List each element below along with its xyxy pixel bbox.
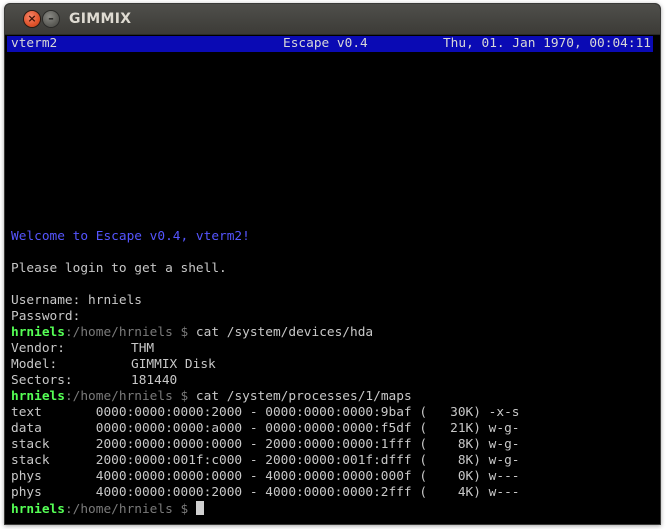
close-icon: × bbox=[27, 12, 37, 25]
memory-map-row: phys 4000:0000:0000:0000 - 4000:0000:000… bbox=[11, 469, 520, 484]
prompt-path: :/home/hrniels $ bbox=[64, 325, 189, 340]
memory-map-row: stack 2000:0000:001f:c000 - 2000:0000:00… bbox=[11, 453, 520, 468]
status-bar: vterm2 Escape v0.4 Thu, 01. Jan 1970, 00… bbox=[7, 36, 653, 52]
memory-map-row: stack 2000:0000:0000:0000 - 2000:0000:00… bbox=[11, 437, 520, 452]
status-datetime: Thu, 01. Jan 1970, 00:04:11 bbox=[442, 36, 651, 51]
command-line: hrniels:/home/hrniels $ cat /system/proc… bbox=[11, 389, 651, 405]
device-info-key: Model: bbox=[11, 357, 58, 372]
close-button[interactable]: × bbox=[24, 11, 40, 27]
active-prompt-line[interactable]: hrniels:/home/hrniels $ bbox=[11, 501, 651, 517]
command-line: hrniels:/home/hrniels $ cat /system/devi… bbox=[11, 325, 651, 341]
welcome-line: Welcome to Escape v0.4, vterm2! bbox=[11, 229, 250, 244]
prompt-path: :/home/hrniels $ bbox=[64, 502, 189, 517]
device-info-value: GIMMIX Disk bbox=[131, 357, 216, 372]
device-info-value: THM bbox=[131, 341, 155, 356]
password-line: Password: bbox=[11, 309, 81, 324]
prompt-user: hrniels bbox=[11, 502, 65, 517]
device-info-row: Vendor: THM bbox=[11, 341, 651, 357]
username-line: Username: hrniels bbox=[11, 293, 142, 308]
minimize-icon: – bbox=[48, 12, 54, 25]
device-info-key: Vendor: bbox=[11, 341, 65, 356]
window-title: GIMMIX bbox=[69, 11, 132, 27]
command-text: cat /system/devices/hda bbox=[188, 325, 374, 340]
prompt-user: hrniels bbox=[11, 389, 65, 404]
device-info-row: Model: GIMMIX Disk bbox=[11, 357, 651, 373]
prompt-path: :/home/hrniels $ bbox=[64, 389, 189, 404]
terminal-output: Welcome to Escape v0.4, vterm2! Please l… bbox=[11, 229, 651, 517]
login-prompt-line: Please login to get a shell. bbox=[11, 261, 227, 276]
memory-map-row: data 0000:0000:0000:a000 - 0000:0000:000… bbox=[11, 421, 520, 436]
status-vterm: vterm2 bbox=[11, 36, 58, 51]
memory-map-row: text 0000:0000:0000:2000 - 0000:0000:000… bbox=[11, 405, 520, 420]
terminal-window: × – GIMMIX vterm2 Escape v0.4 Thu, 01. J… bbox=[4, 3, 661, 525]
status-version: Escape v0.4 bbox=[283, 36, 368, 51]
text-cursor bbox=[195, 501, 204, 515]
device-info-row: Sectors: 181440 bbox=[11, 373, 651, 389]
title-bar[interactable]: × – GIMMIX bbox=[5, 4, 660, 35]
terminal-screen[interactable]: vterm2 Escape v0.4 Thu, 01. Jan 1970, 00… bbox=[7, 35, 657, 524]
prompt-user: hrniels bbox=[11, 325, 65, 340]
device-info-key: Sectors: bbox=[11, 373, 73, 388]
device-info-value: 181440 bbox=[131, 373, 178, 388]
command-text: cat /system/processes/1/maps bbox=[188, 389, 412, 404]
minimize-button[interactable]: – bbox=[43, 11, 59, 27]
memory-map-row: phys 4000:0000:0000:2000 - 4000:0000:000… bbox=[11, 485, 520, 500]
